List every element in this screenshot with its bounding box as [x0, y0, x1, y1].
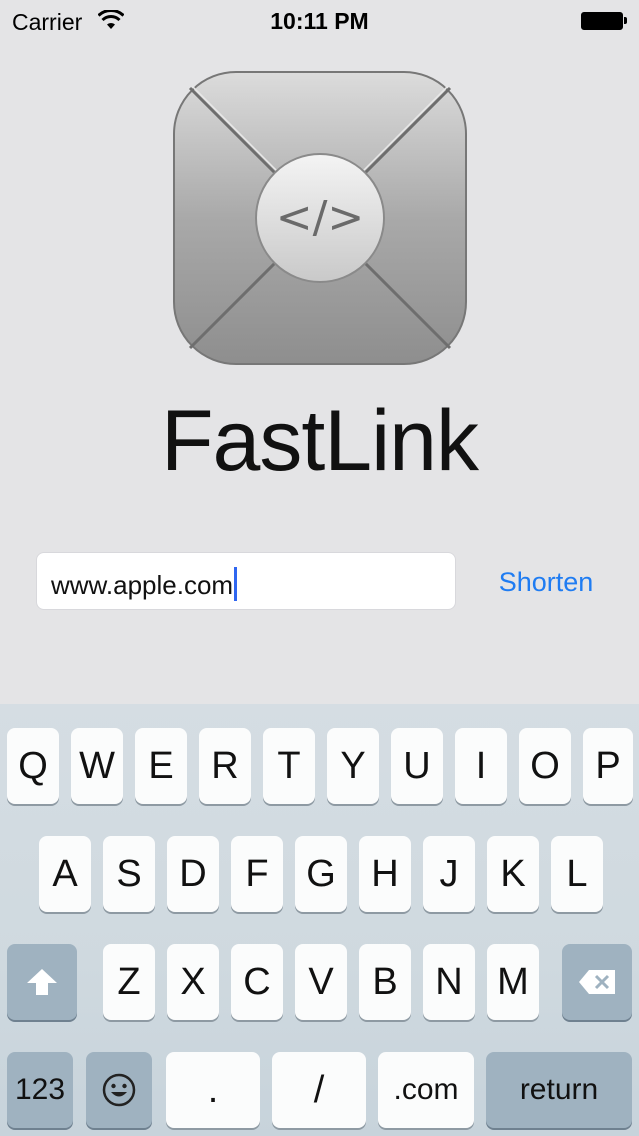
- key-n[interactable]: N: [423, 944, 475, 1020]
- key-c[interactable]: C: [231, 944, 283, 1020]
- key-k[interactable]: K: [487, 836, 539, 912]
- dotcom-key[interactable]: .com: [378, 1052, 474, 1128]
- key-j[interactable]: J: [423, 836, 475, 912]
- key-m[interactable]: M: [487, 944, 539, 1020]
- shorten-button[interactable]: Shorten: [478, 562, 614, 602]
- key-h[interactable]: H: [359, 836, 411, 912]
- key-w[interactable]: W: [71, 728, 123, 804]
- dot-key[interactable]: .: [166, 1052, 260, 1128]
- key-r[interactable]: R: [199, 728, 251, 804]
- backspace-icon: [579, 970, 615, 994]
- key-t[interactable]: T: [263, 728, 315, 804]
- key-b[interactable]: B: [359, 944, 411, 1020]
- key-s[interactable]: S: [103, 836, 155, 912]
- numbers-key[interactable]: 123: [7, 1052, 73, 1128]
- key-a[interactable]: A: [39, 836, 91, 912]
- shift-icon: [27, 969, 57, 995]
- key-d[interactable]: D: [167, 836, 219, 912]
- keyboard: Q W E R T Y U I O P A S D F G H J K L Z …: [0, 704, 639, 1136]
- key-y[interactable]: Y: [327, 728, 379, 804]
- text-caret: [234, 567, 238, 601]
- slash-key[interactable]: /: [272, 1052, 366, 1128]
- status-time: 10:11 PM: [270, 8, 369, 34]
- key-q[interactable]: Q: [7, 728, 59, 804]
- key-u[interactable]: U: [391, 728, 443, 804]
- emoji-key[interactable]: [86, 1052, 152, 1128]
- fastlink-code-icon: </>: [173, 71, 467, 365]
- emoji-icon: [102, 1073, 136, 1107]
- key-z[interactable]: Z: [103, 944, 155, 1020]
- key-e[interactable]: E: [135, 728, 187, 804]
- url-input[interactable]: www.apple.com: [36, 552, 456, 610]
- key-g[interactable]: G: [295, 836, 347, 912]
- key-f[interactable]: F: [231, 836, 283, 912]
- key-l[interactable]: L: [551, 836, 603, 912]
- key-i[interactable]: I: [455, 728, 507, 804]
- return-key[interactable]: return: [486, 1052, 632, 1128]
- svg-text:</>: </>: [276, 192, 365, 243]
- status-bar: Carrier 10:11 PM: [0, 0, 639, 40]
- battery-icon: [581, 12, 627, 30]
- key-p[interactable]: P: [583, 728, 633, 804]
- delete-key[interactable]: [562, 944, 632, 1020]
- shift-key[interactable]: [7, 944, 77, 1020]
- key-x[interactable]: X: [167, 944, 219, 1020]
- key-o[interactable]: O: [519, 728, 571, 804]
- key-v[interactable]: V: [295, 944, 347, 1020]
- url-input-value: www.apple.com: [51, 570, 234, 600]
- app-title: FastLink: [160, 393, 479, 489]
